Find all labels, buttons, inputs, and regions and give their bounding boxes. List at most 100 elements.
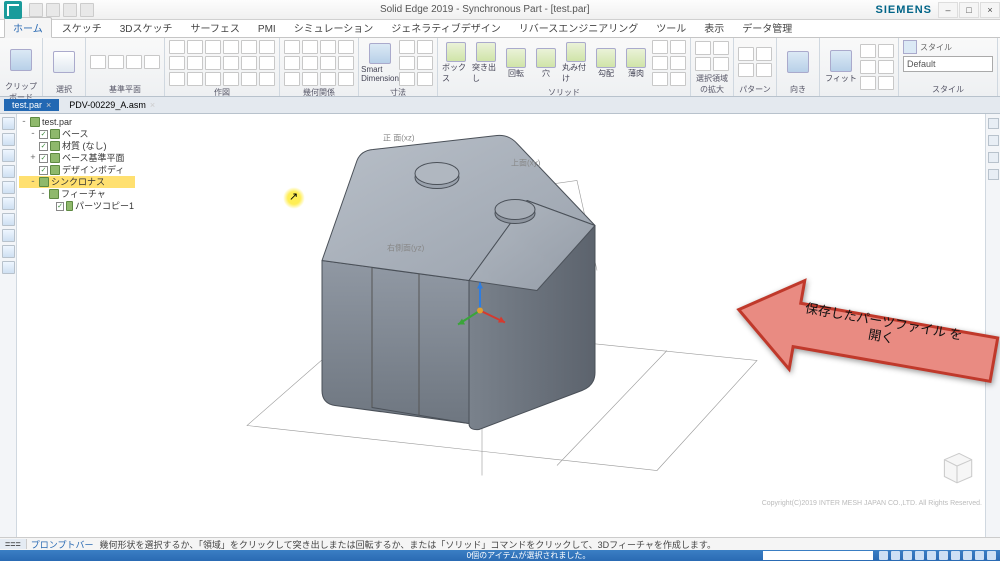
group-solid: ソリッド bbox=[442, 86, 686, 99]
group-plane: 基準平面 bbox=[90, 83, 160, 96]
rail-icon[interactable] bbox=[988, 118, 999, 129]
ribbon-tab[interactable]: サーフェス bbox=[183, 18, 248, 37]
document-tabs: test.par×PDV-00229_A.asm× bbox=[0, 97, 1000, 114]
ribbon-tab[interactable]: スケッチ bbox=[54, 18, 110, 37]
solid-extra-buttons[interactable] bbox=[652, 40, 686, 86]
draw-buttons[interactable] bbox=[169, 40, 275, 86]
tree-row[interactable]: ✓デザインボディ bbox=[19, 164, 135, 176]
section-buttons[interactable] bbox=[695, 41, 729, 71]
tree-row[interactable]: +✓ベース基準平面 bbox=[19, 152, 135, 164]
style-label: スタイル bbox=[920, 42, 952, 53]
revolve-button[interactable]: 回転 bbox=[502, 48, 530, 79]
rail-icon[interactable] bbox=[2, 213, 15, 226]
plane-label-front: 正 面(xz) bbox=[383, 134, 415, 143]
tree-row[interactable]: -✓ベース bbox=[19, 128, 135, 140]
prompt-label: プロンプトバー bbox=[27, 538, 98, 551]
command-search[interactable] bbox=[763, 551, 873, 560]
rail-icon[interactable] bbox=[2, 181, 15, 194]
group-view bbox=[824, 94, 894, 96]
feature-tree[interactable]: -test.par -✓ベース✓材質 (なし)+✓ベース基準平面✓デザインボディ… bbox=[17, 114, 137, 214]
tree-row[interactable]: -フィーチャ bbox=[19, 188, 135, 200]
qat-save-icon[interactable] bbox=[29, 3, 43, 17]
view-buttons[interactable] bbox=[860, 44, 894, 90]
prompt-prefix: === bbox=[0, 539, 27, 549]
close-button[interactable]: × bbox=[980, 2, 1000, 18]
rail-icon[interactable] bbox=[988, 152, 999, 163]
ribbon-tab[interactable]: リバースエンジニアリング bbox=[511, 18, 647, 37]
ribbon-tab[interactable]: PMI bbox=[250, 22, 284, 37]
maximize-button[interactable]: □ bbox=[959, 2, 979, 18]
pattern-buttons[interactable] bbox=[738, 47, 772, 77]
box-button[interactable]: ボックス bbox=[442, 42, 470, 84]
document-tab[interactable]: PDV-00229_A.asm× bbox=[61, 99, 163, 111]
status-icon[interactable] bbox=[975, 551, 984, 560]
view-cube[interactable] bbox=[936, 445, 978, 487]
part-icon bbox=[30, 117, 40, 127]
tree-row[interactable]: ✓パーツコピー1 bbox=[19, 200, 135, 212]
plane-buttons[interactable] bbox=[90, 55, 160, 69]
rail-icon[interactable] bbox=[2, 245, 15, 258]
tree-row[interactable]: -シンクロナス bbox=[19, 176, 135, 188]
status-icon[interactable] bbox=[927, 551, 936, 560]
draft-icon bbox=[596, 48, 616, 68]
status-icon[interactable] bbox=[903, 551, 912, 560]
plane-label-top: 上面(xy) bbox=[511, 159, 541, 168]
rail-icon[interactable] bbox=[2, 149, 15, 162]
ribbon-tab[interactable]: ジェネラティブデザイン bbox=[383, 18, 508, 37]
quick-access-toolbar bbox=[29, 3, 94, 17]
tree-root[interactable]: -test.par bbox=[19, 116, 135, 128]
rail-icon[interactable] bbox=[2, 133, 15, 146]
rail-icon[interactable] bbox=[2, 117, 15, 130]
group-pattern: パターン bbox=[738, 83, 772, 96]
group-select: 選択 bbox=[47, 83, 81, 96]
status-icon[interactable] bbox=[879, 551, 888, 560]
paste-button[interactable] bbox=[4, 40, 38, 80]
status-icon[interactable] bbox=[951, 551, 960, 560]
app-icon[interactable] bbox=[4, 1, 22, 19]
thin-icon bbox=[626, 48, 646, 68]
status-icon[interactable] bbox=[891, 551, 900, 560]
qat-more-icon[interactable] bbox=[80, 3, 94, 17]
ribbon-tab[interactable]: 3Dスケッチ bbox=[112, 18, 181, 37]
minimize-button[interactable]: – bbox=[938, 2, 958, 18]
brand-label: SIEMENS bbox=[875, 4, 932, 16]
ribbon-tab[interactable]: データ管理 bbox=[734, 18, 800, 37]
hole-button[interactable]: 穴 bbox=[532, 48, 560, 79]
status-icon[interactable] bbox=[987, 551, 996, 560]
fit-icon bbox=[830, 50, 852, 72]
extrude-button[interactable]: 突き出し bbox=[472, 42, 500, 84]
rail-icon[interactable] bbox=[988, 169, 999, 180]
qat-undo-icon[interactable] bbox=[46, 3, 60, 17]
cursor-icon bbox=[53, 51, 75, 73]
style-select[interactable]: Default bbox=[903, 56, 993, 72]
thin-button[interactable]: 薄肉 bbox=[622, 48, 650, 79]
prompt-message: 幾何形状を選択するか、「領域」をクリックして突き出しまたは回転するか、または「ソ… bbox=[98, 538, 717, 551]
ribbon-tab[interactable]: ツール bbox=[648, 18, 694, 37]
rel-buttons[interactable] bbox=[284, 40, 354, 86]
fit-button[interactable]: フィット bbox=[824, 47, 858, 87]
status-icon[interactable] bbox=[939, 551, 948, 560]
box-icon bbox=[446, 42, 466, 62]
rail-icon[interactable] bbox=[2, 197, 15, 210]
ribbon-tab[interactable]: ホーム bbox=[4, 17, 52, 38]
status-icon[interactable] bbox=[915, 551, 924, 560]
rail-icon[interactable] bbox=[2, 229, 15, 242]
select-button[interactable] bbox=[47, 42, 81, 82]
rail-icon[interactable] bbox=[2, 165, 15, 178]
smart-dimension-button[interactable]: Smart Dimension bbox=[363, 43, 397, 83]
round-button[interactable]: 丸み付け bbox=[562, 42, 590, 84]
orient-button[interactable] bbox=[781, 42, 815, 82]
rail-icon[interactable] bbox=[988, 135, 999, 146]
hole-icon bbox=[536, 48, 556, 68]
status-icon[interactable] bbox=[963, 551, 972, 560]
ribbon-tab[interactable]: シミュレーション bbox=[286, 18, 382, 37]
dimension-icon bbox=[369, 43, 391, 64]
draft-button[interactable]: 勾配 bbox=[592, 48, 620, 79]
qat-redo-icon[interactable] bbox=[63, 3, 77, 17]
tree-row[interactable]: ✓材質 (なし) bbox=[19, 140, 135, 152]
ribbon: クリップボード 選択 基準平面 作図 幾何関係 Smart Dimension寸… bbox=[0, 38, 1000, 97]
rail-icon[interactable] bbox=[2, 261, 15, 274]
dim-buttons[interactable] bbox=[399, 40, 433, 86]
document-tab[interactable]: test.par× bbox=[4, 99, 59, 111]
ribbon-tab[interactable]: 表示 bbox=[696, 18, 732, 37]
